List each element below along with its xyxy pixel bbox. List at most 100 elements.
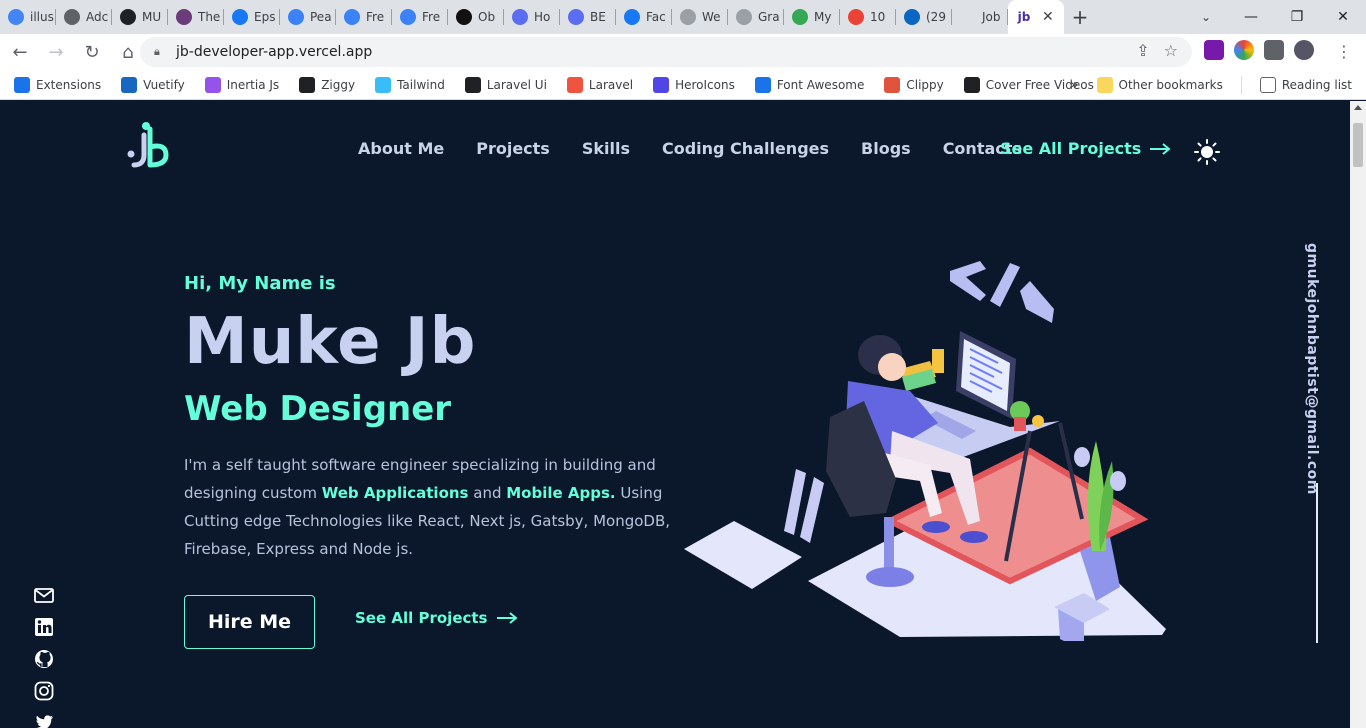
github-icon[interactable]: [34, 649, 54, 669]
bookmarks-bar: Extensions Vuetify Inertia Js Ziggy Tailwind…: [0, 70, 1366, 100]
bookmark-6[interactable]: Laravel: [566, 76, 634, 93]
github-icon: [464, 76, 481, 93]
bookmark-label: Vuetify: [143, 77, 185, 92]
hire-me-button[interactable]: Hire Me: [184, 595, 315, 649]
reading-list[interactable]: Reading list: [1259, 77, 1352, 93]
tab-10[interactable]: BE: [560, 0, 616, 34]
bookmark-1[interactable]: Vuetify: [121, 76, 185, 93]
other-bookmarks-label: Other bookmarks: [1118, 78, 1223, 92]
share-icon[interactable]: ⇪: [1136, 41, 1149, 60]
email-divider-line: [1316, 483, 1318, 643]
site-icon: [176, 9, 192, 25]
bookmark-0[interactable]: Extensions: [14, 76, 102, 93]
portfolio-page: About Me Projects Skills Coding Challenges B…: [0, 101, 1350, 728]
nav-link-coding-challenges[interactable]: Coding Challenges: [662, 139, 829, 158]
nav-link-about-me[interactable]: About Me: [358, 139, 444, 158]
arrow-right-icon: [1150, 142, 1171, 155]
linkedin-icon[interactable]: [34, 617, 54, 637]
instagram-icon[interactable]: [34, 681, 54, 701]
puzzle-icon: [14, 76, 30, 93]
bookmark-5[interactable]: Laravel Ui: [464, 76, 547, 93]
github-icon: [120, 9, 136, 25]
nav-link-blogs[interactable]: Blogs: [861, 139, 911, 158]
tab-9[interactable]: Ho: [504, 0, 560, 34]
nav-link-projects[interactable]: Projects: [476, 139, 550, 158]
back-button[interactable]: ←: [4, 36, 36, 68]
see-all-projects-link[interactable]: See All Projects: [355, 609, 518, 627]
tab-active[interactable]: jb ✕: [1008, 0, 1064, 34]
tailwind-icon: [375, 76, 392, 93]
tab-5[interactable]: Pea: [280, 0, 336, 34]
restore-button[interactable]: ❐: [1274, 0, 1320, 34]
mail-icon[interactable]: [34, 585, 54, 605]
tab-3[interactable]: The: [168, 0, 224, 34]
divider: [1240, 76, 1242, 94]
bookmark-label: Inertia Js: [226, 77, 280, 92]
address-bar[interactable]: 🔒︎ jb-developer-app.vercel.app ⇪ ☆: [140, 37, 1192, 67]
lock-icon: 🔒︎: [154, 45, 160, 58]
page-scrollbar[interactable]: [1350, 101, 1366, 728]
tab-15[interactable]: 10: [840, 0, 896, 34]
tab-4[interactable]: Eps: [224, 0, 280, 34]
close-tab-icon[interactable]: ✕: [1042, 9, 1054, 25]
tab-13[interactable]: Gra: [728, 0, 784, 34]
bookmark-label: Laravel: [588, 77, 634, 92]
email-vertical[interactable]: gmukejohnbaptist@gmail.com: [1304, 243, 1320, 495]
scroll-thumb[interactable]: [1353, 123, 1363, 167]
bookmark-3[interactable]: Ziggy: [299, 76, 355, 93]
bookmark-star-icon[interactable]: ☆: [1164, 41, 1178, 60]
minimize-button[interactable]: —: [1228, 0, 1274, 34]
tab-1[interactable]: Adc: [56, 0, 112, 34]
close-window-button[interactable]: ✕: [1320, 0, 1366, 34]
tab-6[interactable]: Fre: [336, 0, 392, 34]
bookmark-4[interactable]: Tailwind: [375, 76, 445, 93]
tab-16[interactable]: (29: [896, 0, 952, 34]
globe-icon: [680, 9, 696, 25]
tab-label: Job: [982, 10, 1001, 24]
arrow-right-icon: [496, 612, 518, 624]
hero-name: Muke Jb: [184, 305, 477, 379]
new-tab-button[interactable]: +: [1064, 0, 1096, 34]
menu-icon[interactable]: ⋮: [1336, 42, 1352, 61]
nav-see-all-projects-link[interactable]: See All Projects: [1000, 139, 1171, 158]
tab-14[interactable]: My: [784, 0, 840, 34]
tab-8[interactable]: Ob: [448, 0, 504, 34]
bookmark-2[interactable]: Inertia Js: [204, 76, 280, 93]
sun-icon[interactable]: [1194, 139, 1220, 165]
bio-highlight-web-apps: Web Applications: [321, 484, 469, 502]
tab-0[interactable]: illus: [0, 0, 56, 34]
puzzle-icon[interactable]: [1264, 40, 1284, 60]
google-icon: [8, 9, 24, 25]
bookmark-7[interactable]: HeroIcons: [653, 76, 735, 93]
forward-button[interactable]: →: [40, 36, 72, 68]
tab-11[interactable]: Fac: [616, 0, 672, 34]
color-picker-icon[interactable]: [1234, 40, 1254, 60]
tab-label: We: [702, 10, 721, 24]
scroll-up-arrow-icon[interactable]: [1354, 105, 1362, 110]
jb-logo[interactable]: [126, 121, 170, 169]
reading-list-icon: [1259, 77, 1276, 93]
bookmark-label: Extensions: [36, 77, 102, 92]
bookmarks-more-icon[interactable]: »: [1070, 77, 1079, 93]
developer-illustration: [684, 261, 1166, 641]
nav-link-skills[interactable]: Skills: [582, 139, 630, 158]
onenote-icon[interactable]: [1204, 40, 1224, 60]
canva-icon: [568, 9, 584, 25]
tab-label: Pea: [310, 10, 332, 24]
tab-search-icon[interactable]: ⌄: [1192, 0, 1220, 34]
twitter-icon[interactable]: [34, 713, 54, 728]
bookmark-8[interactable]: Font Awesome: [754, 76, 864, 93]
bookmark-9[interactable]: Clippy: [884, 76, 944, 93]
reload-button[interactable]: ↻: [76, 36, 108, 68]
other-bookmarks[interactable]: Other bookmarks: [1096, 77, 1223, 93]
blank-icon: [960, 9, 976, 25]
tab-17[interactable]: Job: [952, 0, 1008, 34]
gmail-icon: [848, 9, 864, 25]
canva-icon: [512, 9, 528, 25]
tab-7[interactable]: Fre: [392, 0, 448, 34]
tab-label: The: [198, 10, 221, 24]
tab-2[interactable]: MU: [112, 0, 168, 34]
avatar[interactable]: [1294, 40, 1314, 60]
tab-12[interactable]: We: [672, 0, 728, 34]
coverr-icon: [963, 76, 980, 93]
